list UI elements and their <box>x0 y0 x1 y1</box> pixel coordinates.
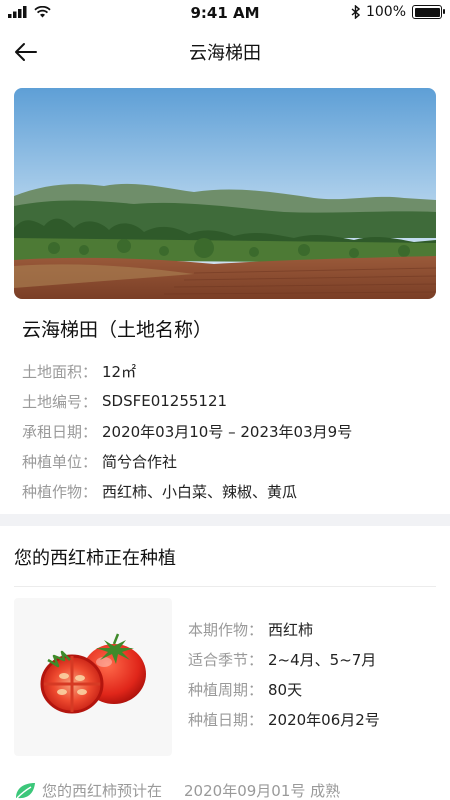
section-divider <box>0 514 450 526</box>
info-label: 承租日期： <box>22 422 98 441</box>
info-label: 种植作物： <box>22 482 98 501</box>
notice-text: 您的西红柿预计在 <box>42 782 163 800</box>
info-label: 土地面积： <box>22 362 98 381</box>
crop-row-plant-date: 种植日期： 2020年06月2号 <box>188 704 380 734</box>
tomato-image <box>14 598 172 756</box>
crop-value: 西红柿 <box>268 620 314 639</box>
divider <box>14 586 436 587</box>
crop-info-list: 本期作物： 西红柿 适合季节： 2~4月、5~7月 种植周期： 80天 种植日期… <box>188 614 380 734</box>
status-bar: 9:41 AM 100% <box>0 0 450 26</box>
crop-row-current: 本期作物： 西红柿 <box>188 614 380 644</box>
crop-row-season: 适合季节： 2~4月、5~7月 <box>188 644 380 674</box>
bluetooth-icon <box>351 5 360 19</box>
info-row-area: 土地面积： 12㎡ <box>22 356 352 386</box>
land-photo <box>14 88 436 299</box>
info-value: 12㎡ <box>102 362 137 381</box>
battery-icon <box>412 5 445 19</box>
crop-value: 2~4月、5~7月 <box>268 650 377 669</box>
crop-label: 本期作物： <box>188 620 264 639</box>
leaf-icon <box>16 782 35 798</box>
page-title: 云海梯田 <box>189 43 261 64</box>
info-label: 种植单位： <box>22 452 98 471</box>
harvest-notice: 您的西红柿预计在 2020年09月01号 成熟 <box>14 780 340 800</box>
crop-heading: 您的西红柿正在种植 <box>14 548 176 569</box>
crop-label: 种植日期： <box>188 710 264 729</box>
info-row-code: 土地编号： SDSFE01255121 <box>22 386 352 416</box>
crop-label: 适合季节： <box>188 650 264 669</box>
nav-bar: 云海梯田 <box>0 26 450 76</box>
crop-value: 80天 <box>268 680 303 699</box>
info-label: 土地编号： <box>22 392 98 411</box>
info-value: 2020年03月10号 – 2023年03月9号 <box>102 422 353 441</box>
info-row-unit: 种植单位： 简兮合作社 <box>22 446 352 476</box>
status-right: 100% <box>351 4 445 20</box>
notice-date: 2020年09月01号 成熟 <box>184 782 341 800</box>
info-row-crops: 种植作物： 西红柿、小白菜、辣椒、黄瓜 <box>22 476 352 506</box>
crop-label: 种植周期： <box>188 680 264 699</box>
land-info-list: 土地面积： 12㎡ 土地编号： SDSFE01255121 承租日期： 2020… <box>22 356 352 506</box>
info-value: 西红柿、小白菜、辣椒、黄瓜 <box>102 482 298 501</box>
land-name: 云海梯田（土地名称） <box>22 319 213 341</box>
crop-value: 2020年06月2号 <box>268 710 380 729</box>
battery-percent: 100% <box>365 4 406 20</box>
info-value: 简兮合作社 <box>102 452 178 471</box>
crop-row-cycle: 种植周期： 80天 <box>188 674 380 704</box>
info-value: SDSFE01255121 <box>102 392 228 410</box>
battery-level <box>414 7 440 17</box>
info-row-lease-date: 承租日期： 2020年03月10号 – 2023年03月9号 <box>22 416 352 446</box>
